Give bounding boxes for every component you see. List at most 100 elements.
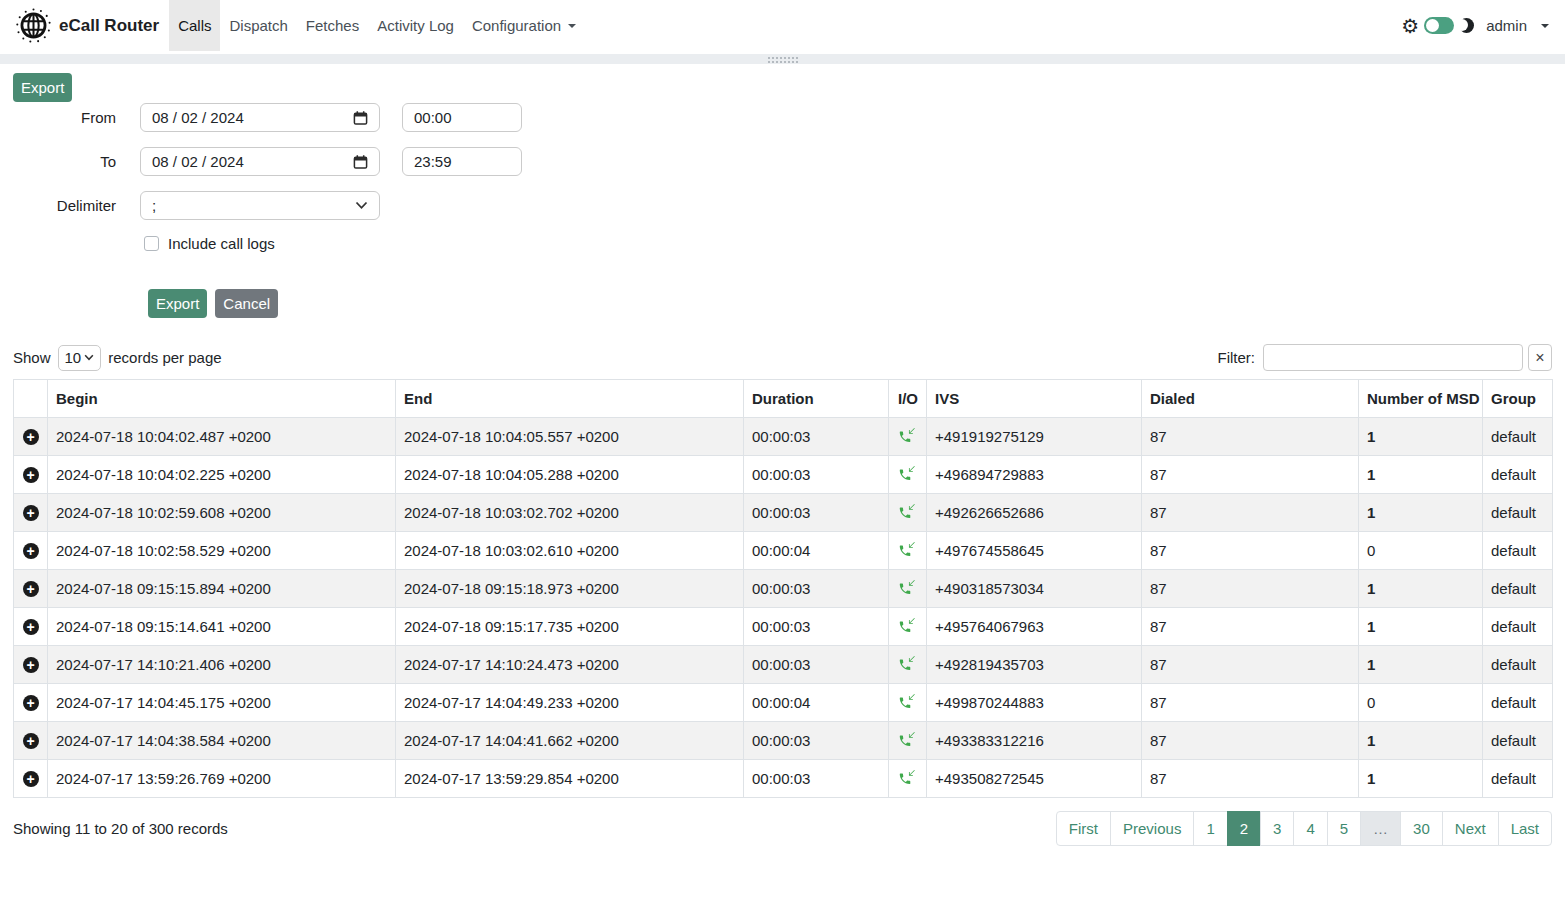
col-io[interactable]: I/O bbox=[889, 380, 927, 418]
cell-begin: 2024-07-18 09:15:15.894 +0200 bbox=[48, 570, 396, 608]
brand[interactable]: eCall Router bbox=[15, 0, 159, 51]
cell-end: 2024-07-17 13:59:29.854 +0200 bbox=[396, 760, 744, 798]
page-item-3[interactable]: 3 bbox=[1260, 811, 1294, 846]
page-size-select[interactable]: 10 bbox=[58, 345, 102, 371]
incoming-call-icon bbox=[898, 426, 916, 444]
expand-cell: + bbox=[14, 722, 48, 760]
cell-end: 2024-07-17 14:04:41.662 +0200 bbox=[396, 722, 744, 760]
calendar-icon[interactable] bbox=[353, 154, 368, 170]
cell-ivs: +492626652686 bbox=[927, 494, 1142, 532]
globe-logo-icon bbox=[15, 7, 52, 44]
cell-duration: 00:00:04 bbox=[744, 532, 889, 570]
col-dialed[interactable]: Dialed bbox=[1142, 380, 1359, 418]
expand-row-button[interactable]: + bbox=[23, 619, 39, 635]
cell-end: 2024-07-18 09:15:17.735 +0200 bbox=[396, 608, 744, 646]
incoming-call-icon bbox=[898, 464, 916, 482]
cell-io bbox=[889, 760, 927, 798]
table-row: +2024-07-18 09:15:14.641 +02002024-07-18… bbox=[14, 608, 1553, 646]
page-item-next[interactable]: Next bbox=[1442, 811, 1499, 846]
page-item-first[interactable]: First bbox=[1056, 811, 1111, 846]
cell-group: default bbox=[1483, 684, 1553, 722]
page-item-4[interactable]: 4 bbox=[1293, 811, 1327, 846]
col-end[interactable]: End bbox=[396, 380, 744, 418]
user-menu[interactable]: admin bbox=[1486, 17, 1549, 34]
chevron-down-icon bbox=[568, 24, 576, 28]
gear-icon[interactable]: ⚙ bbox=[1401, 16, 1419, 36]
delimiter-select[interactable]: ; bbox=[140, 191, 380, 220]
theme-toggle[interactable] bbox=[1424, 17, 1454, 34]
cell-begin: 2024-07-18 10:02:59.608 +0200 bbox=[48, 494, 396, 532]
nav-item-configuration[interactable]: Configuration bbox=[463, 0, 585, 51]
include-call-logs-checkbox[interactable] bbox=[144, 236, 159, 251]
expand-row-button[interactable]: + bbox=[23, 505, 39, 521]
expand-row-button[interactable]: + bbox=[23, 581, 39, 597]
table-row: +2024-07-18 10:04:02.225 +02002024-07-18… bbox=[14, 456, 1553, 494]
cell-duration: 00:00:03 bbox=[744, 418, 889, 456]
table-row: +2024-07-18 10:04:02.487 +02002024-07-18… bbox=[14, 418, 1553, 456]
export-toggle-button[interactable]: Export bbox=[13, 73, 72, 102]
cell-dialed: 87 bbox=[1142, 418, 1359, 456]
cell-duration: 00:00:03 bbox=[744, 494, 889, 532]
records-per-page-label: records per page bbox=[108, 349, 221, 366]
cell-ivs: +491919275129 bbox=[927, 418, 1142, 456]
cell-msd: 0 bbox=[1359, 532, 1483, 570]
col-expand bbox=[14, 380, 48, 418]
expand-row-button[interactable]: + bbox=[23, 771, 39, 787]
cell-io bbox=[889, 646, 927, 684]
table-header-row: Begin End Duration I/O IVS Dialed Number… bbox=[14, 380, 1553, 418]
cell-end: 2024-07-18 10:04:05.288 +0200 bbox=[396, 456, 744, 494]
cell-msd: 1 bbox=[1359, 570, 1483, 608]
expand-cell: + bbox=[14, 418, 48, 456]
cancel-button[interactable]: Cancel bbox=[215, 289, 278, 318]
cell-begin: 2024-07-18 10:02:58.529 +0200 bbox=[48, 532, 396, 570]
cell-begin: 2024-07-17 14:04:45.175 +0200 bbox=[48, 684, 396, 722]
cell-io bbox=[889, 608, 927, 646]
filter-input[interactable] bbox=[1263, 344, 1523, 371]
table-row: +2024-07-18 09:15:15.894 +02002024-07-18… bbox=[14, 570, 1553, 608]
to-time-input[interactable]: 23:59 bbox=[402, 147, 522, 176]
from-date-input[interactable]: 08 / 02 / 2024 bbox=[140, 103, 380, 132]
cell-duration: 00:00:03 bbox=[744, 608, 889, 646]
expand-row-button[interactable]: + bbox=[23, 733, 39, 749]
col-duration[interactable]: Duration bbox=[744, 380, 889, 418]
from-row: From 08 / 02 / 2024 00:00 bbox=[13, 103, 1552, 132]
nav-item-dispatch[interactable]: Dispatch bbox=[220, 0, 296, 51]
col-group[interactable]: Group bbox=[1483, 380, 1553, 418]
to-date-input[interactable]: 08 / 02 / 2024 bbox=[140, 147, 380, 176]
page-item-previous[interactable]: Previous bbox=[1110, 811, 1194, 846]
cell-io bbox=[889, 494, 927, 532]
cell-io bbox=[889, 532, 927, 570]
nav-item-fetches[interactable]: Fetches bbox=[297, 0, 368, 51]
expand-row-button[interactable]: + bbox=[23, 429, 39, 445]
nav-item-activity-log[interactable]: Activity Log bbox=[368, 0, 463, 51]
user-name: admin bbox=[1486, 17, 1527, 34]
calendar-icon[interactable] bbox=[353, 110, 368, 126]
cell-ivs: +495764067963 bbox=[927, 608, 1142, 646]
expand-row-button[interactable]: + bbox=[23, 467, 39, 483]
col-begin[interactable]: Begin bbox=[48, 380, 396, 418]
nav-item-calls[interactable]: Calls bbox=[169, 0, 220, 51]
col-ivs[interactable]: IVS bbox=[927, 380, 1142, 418]
cell-io bbox=[889, 570, 927, 608]
page-item-last[interactable]: Last bbox=[1498, 811, 1552, 846]
from-time-input[interactable]: 00:00 bbox=[402, 103, 522, 132]
navbar: eCall Router Calls Dispatch Fetches Acti… bbox=[0, 0, 1565, 51]
cell-begin: 2024-07-18 09:15:14.641 +0200 bbox=[48, 608, 396, 646]
toggle-knob bbox=[1426, 19, 1439, 32]
page-item-1[interactable]: 1 bbox=[1193, 811, 1227, 846]
cell-begin: 2024-07-18 10:04:02.225 +0200 bbox=[48, 456, 396, 494]
page-item-2[interactable]: 2 bbox=[1227, 811, 1261, 846]
cell-end: 2024-07-18 09:15:18.973 +0200 bbox=[396, 570, 744, 608]
incoming-call-icon bbox=[898, 578, 916, 596]
export-submit-button[interactable]: Export bbox=[148, 289, 207, 318]
cell-begin: 2024-07-18 10:04:02.487 +0200 bbox=[48, 418, 396, 456]
expand-row-button[interactable]: + bbox=[23, 543, 39, 559]
expand-row-button[interactable]: + bbox=[23, 657, 39, 673]
table-row: +2024-07-18 10:02:59.608 +02002024-07-18… bbox=[14, 494, 1553, 532]
page-item-30[interactable]: 30 bbox=[1400, 811, 1443, 846]
filter-clear-button[interactable]: × bbox=[1528, 344, 1552, 371]
page-item-5[interactable]: 5 bbox=[1327, 811, 1361, 846]
splitter-bar[interactable] bbox=[0, 54, 1565, 64]
col-msd[interactable]: Number of MSD bbox=[1359, 380, 1483, 418]
expand-row-button[interactable]: + bbox=[23, 695, 39, 711]
